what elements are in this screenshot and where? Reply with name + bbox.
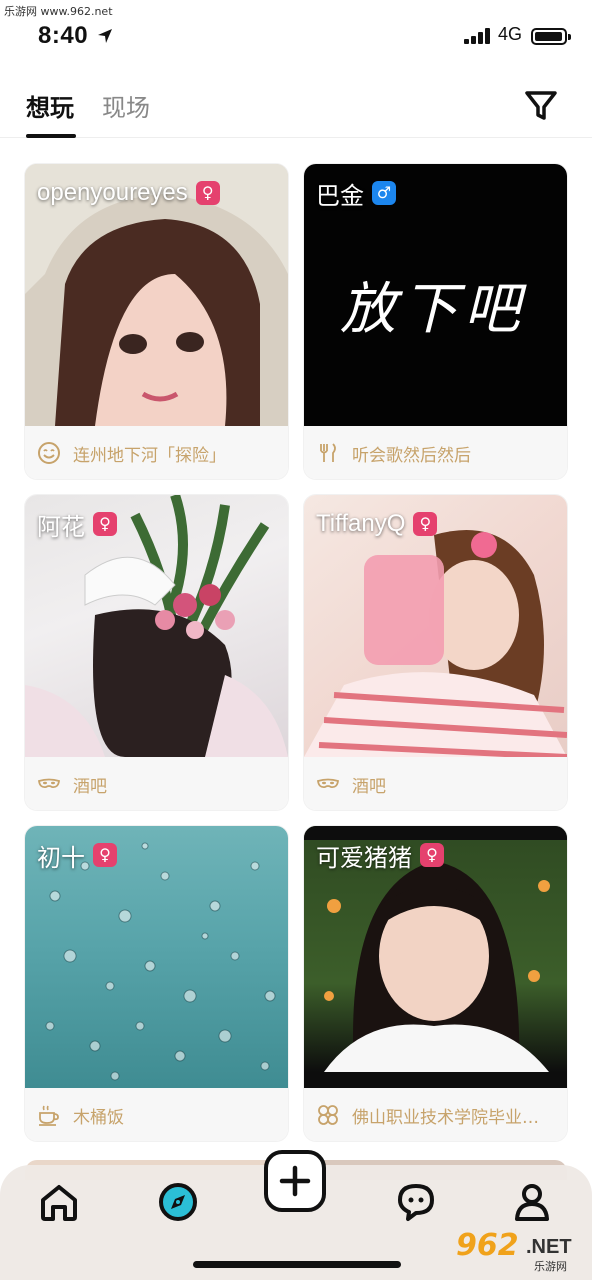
tab-want-to-play[interactable]: 想玩 xyxy=(26,88,74,123)
female-icon: ♀ xyxy=(413,512,438,536)
watermark-logo-net: .NET xyxy=(526,1236,572,1258)
add-post-button[interactable] xyxy=(264,1150,326,1212)
home-icon[interactable] xyxy=(37,1180,81,1224)
signal-icon xyxy=(464,28,492,44)
photo-calligraphy: 放下吧 xyxy=(340,277,526,342)
female-icon: ♀ xyxy=(93,843,117,867)
activity-label: 佛山职业技术学院毕业… xyxy=(352,1108,539,1128)
active-tab-indicator xyxy=(26,134,76,138)
user-name: openyoureyes xyxy=(37,179,188,206)
female-icon: ♀ xyxy=(420,843,444,867)
compass-icon[interactable] xyxy=(156,1180,200,1224)
home-indicator xyxy=(193,1261,401,1268)
activity-row: 酒吧 xyxy=(304,757,567,810)
status-bar: 8:40 4G xyxy=(0,14,592,58)
user-name: TiffanyQ xyxy=(316,510,406,537)
user-photo[interactable]: 初十 ♀ xyxy=(25,826,288,1088)
user-name: 初十 xyxy=(37,844,85,872)
activity-row: 听会歌然后然后 xyxy=(304,426,567,479)
top-tabs: 想玩 现场 xyxy=(0,80,592,138)
user-photo[interactable]: TiffanyQ ♀ xyxy=(304,495,567,757)
male-icon: ♂ xyxy=(372,181,396,205)
user-name: 巴金 xyxy=(316,182,364,210)
user-name: 阿花 xyxy=(37,513,85,541)
location-arrow-icon xyxy=(98,29,112,43)
activity-row: 酒吧 xyxy=(25,757,288,810)
status-time: 8:40 xyxy=(38,22,89,49)
activity-row: 木桶饭 xyxy=(25,1088,288,1141)
smile-icon xyxy=(38,442,60,464)
network-label: 4G xyxy=(498,24,523,44)
activity-label: 酒吧 xyxy=(352,777,386,797)
user-card[interactable]: 初十 ♀ 木桶饭 xyxy=(25,826,288,1141)
dining-icon xyxy=(320,443,336,462)
user-name: 可爱猪猪 xyxy=(316,844,412,872)
user-card[interactable]: 放下吧 巴金 ♂ 听会歌然后然后 xyxy=(304,164,567,479)
user-photo[interactable]: 阿花 ♀ xyxy=(25,495,288,757)
user-card[interactable]: openyoureyes ♀ 连州地下河「探险」 xyxy=(25,164,288,479)
battery-icon xyxy=(531,28,571,45)
watermark-logo-number: 962 xyxy=(456,1228,519,1263)
mask-icon xyxy=(316,778,340,789)
add-icon xyxy=(279,1165,311,1197)
user-card[interactable]: TiffanyQ ♀ 酒吧 xyxy=(304,495,567,810)
user-card[interactable]: 可爱猪猪 ♀ 佛山职业技术学院毕业… xyxy=(304,826,567,1141)
female-icon: ♀ xyxy=(195,181,220,205)
user-photo[interactable]: 放下吧 巴金 ♂ xyxy=(304,164,567,426)
coffee-cup-icon xyxy=(39,1105,59,1126)
activity-label: 木桶饭 xyxy=(73,1108,124,1128)
profile-icon[interactable] xyxy=(510,1180,554,1224)
watermark-logo-sub: 乐游网 xyxy=(534,1260,567,1273)
activity-label: 听会歌然后然后 xyxy=(352,446,471,466)
chat-icon[interactable] xyxy=(394,1180,438,1224)
tab-live-scene[interactable]: 现场 xyxy=(102,88,150,123)
user-photo[interactable]: 可爱猪猪 ♀ xyxy=(304,826,567,1088)
mask-icon xyxy=(37,778,61,789)
user-card[interactable]: 阿花 ♀ 酒吧 xyxy=(25,495,288,810)
watermark-logo: 962 .NET 乐游网 xyxy=(452,1228,588,1276)
activity-label: 酒吧 xyxy=(73,777,107,797)
activity-row: 佛山职业技术学院毕业… xyxy=(304,1088,567,1141)
female-icon: ♀ xyxy=(93,512,117,536)
user-photo[interactable]: openyoureyes ♀ xyxy=(25,164,288,426)
flower-icon xyxy=(318,1105,338,1125)
filter-icon[interactable] xyxy=(522,86,560,124)
activity-label: 连州地下河「探险」 xyxy=(73,446,226,466)
activity-row: 连州地下河「探险」 xyxy=(25,426,288,479)
